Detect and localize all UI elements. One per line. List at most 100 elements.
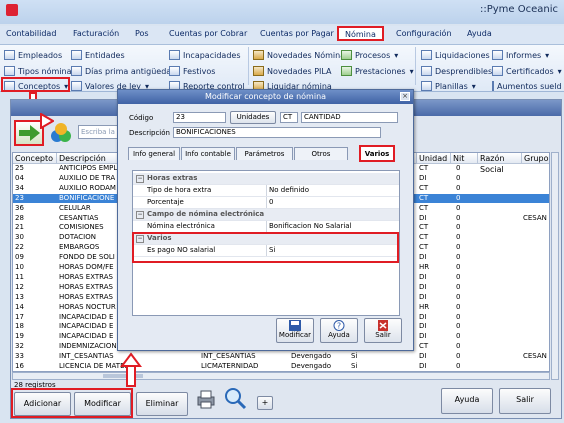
chevron-down-icon: ▾ bbox=[545, 50, 550, 60]
tab-otros[interactable]: Otros bbox=[294, 147, 348, 160]
tab-varios[interactable]: Varios bbox=[359, 145, 395, 162]
column-header-grupo[interactable]: Grupo bbox=[522, 153, 549, 164]
tab-configuracion[interactable]: Configuración bbox=[396, 29, 452, 38]
cell-unidad: DI bbox=[419, 282, 427, 291]
table-row[interactable]: 16LICENCIA DE MATERNIDAD Y/O PATLICMATER… bbox=[13, 362, 549, 371]
ayuda-main-button[interactable]: Ayuda bbox=[441, 388, 493, 414]
descripcion-field[interactable]: BONIFICACIONES bbox=[173, 127, 381, 138]
cell-nit: 0 bbox=[456, 352, 461, 361]
ribbon-certificados[interactable]: Certificados ▾ bbox=[492, 66, 562, 76]
tab-parametros[interactable]: Parámetros bbox=[236, 147, 293, 160]
cell-concepto: 17 bbox=[15, 312, 24, 321]
ribbon-planillas[interactable]: Planillas ▾ bbox=[421, 81, 476, 91]
dialog-ayuda-button[interactable]: ? Ayuda bbox=[320, 318, 358, 343]
vertical-scrollbar[interactable] bbox=[551, 152, 559, 380]
printer-icon bbox=[197, 390, 215, 409]
ribbon-novedades-pila[interactable]: Novedades PILA bbox=[253, 66, 332, 76]
cell-concepto: 12 bbox=[15, 282, 24, 291]
cell-unidad: DI bbox=[419, 213, 427, 222]
property-category[interactable]: − Horas extras bbox=[133, 173, 399, 185]
cell-razon-social: CESAN bbox=[523, 213, 547, 222]
cell-concepto: 22 bbox=[15, 243, 24, 252]
collapse-icon[interactable]: − bbox=[136, 211, 144, 219]
ribbon-procesos[interactable]: Procesos ▾ bbox=[341, 50, 398, 60]
ribbon-incapacidades[interactable]: Incapacidades bbox=[169, 50, 240, 60]
column-header-unidad[interactable]: Unidad bbox=[417, 153, 451, 164]
gears-icon bbox=[341, 50, 352, 60]
ribbon-novedades-nomina[interactable]: Novedades Nómina bbox=[253, 50, 345, 60]
ribbon-liquidaciones[interactable]: Liquidaciones bbox=[421, 50, 490, 60]
ribbon-festivos[interactable]: Festivos bbox=[169, 66, 215, 76]
cell-flag: Si bbox=[351, 352, 358, 361]
cell-concepto: 21 bbox=[15, 223, 24, 232]
cell-concepto: 10 bbox=[15, 263, 24, 271]
tab-cuentas-cobrar[interactable]: Cuentas por Cobrar bbox=[169, 29, 247, 38]
cell-razon-social: CESAN bbox=[523, 352, 547, 361]
tab-info-general[interactable]: Info general bbox=[128, 147, 180, 160]
save-disk-icon bbox=[289, 320, 301, 331]
property-value[interactable]: Bonificacion No Salarial bbox=[269, 221, 397, 232]
chevron-down-icon: ▾ bbox=[394, 50, 399, 60]
add-small-button[interactable]: + bbox=[257, 396, 273, 410]
title-bar: ::Pyme Oceanic bbox=[0, 0, 564, 24]
ribbon-empleados[interactable]: Empleados bbox=[4, 50, 62, 60]
tab-facturacion[interactable]: Facturación bbox=[73, 29, 119, 38]
cell-unidad: DI bbox=[419, 292, 427, 301]
property-category[interactable]: − Campo de nómina electrónica bbox=[133, 209, 399, 221]
property-category-label: Campo de nómina electrónica bbox=[147, 210, 265, 218]
ribbon-aumentos-sueldo[interactable]: Aumentos sueldo bbox=[492, 81, 562, 91]
codigo-label: Código bbox=[129, 114, 154, 122]
column-header-nit[interactable]: Nit bbox=[451, 153, 478, 164]
cell-concepto: 28 bbox=[15, 213, 24, 222]
cell-nit: 0 bbox=[456, 263, 461, 271]
tab-pos[interactable]: Pos bbox=[135, 29, 149, 38]
column-header-razon-social[interactable]: Razón Social bbox=[478, 153, 522, 174]
property-value[interactable]: No definido bbox=[269, 185, 397, 196]
dialog-salir-button[interactable]: Salir bbox=[364, 318, 402, 343]
cell-unidad: DI bbox=[419, 322, 427, 331]
cell-flag: Si bbox=[351, 362, 358, 370]
ribbon-desprendibles[interactable]: Desprendibles bbox=[421, 66, 492, 76]
cell-nombre: LICMATERNIDAD bbox=[201, 362, 259, 370]
property-row[interactable]: Tipo de hora extra No definido bbox=[133, 185, 399, 197]
tab-info-contable[interactable]: Info contable bbox=[181, 147, 235, 160]
ribbon-entidades[interactable]: Entidades bbox=[71, 50, 125, 60]
gears-icon bbox=[341, 66, 352, 76]
property-row[interactable]: Porcentaje 0 bbox=[133, 197, 399, 209]
cell-concepto: 25 bbox=[15, 164, 24, 172]
property-value[interactable]: 0 bbox=[269, 197, 397, 208]
search-input[interactable]: Escriba la bbox=[78, 125, 122, 139]
dialog-modificar-button[interactable]: Modificar bbox=[276, 318, 314, 343]
cell-concepto: 23 bbox=[15, 193, 24, 202]
codigo-field[interactable]: 23 bbox=[173, 112, 226, 123]
tab-ayuda[interactable]: Ayuda bbox=[467, 29, 492, 38]
ribbon-prestaciones[interactable]: Prestaciones ▾ bbox=[341, 66, 414, 76]
annotation-arrow-up-icon bbox=[120, 352, 142, 387]
help-icon: ? bbox=[333, 320, 345, 331]
cell-concepto: 13 bbox=[15, 292, 24, 301]
eliminar-button[interactable]: Eliminar bbox=[136, 392, 188, 416]
cell-nit: 0 bbox=[456, 342, 461, 351]
annotation-arrow-right-icon bbox=[40, 113, 54, 129]
tab-cuentas-pagar[interactable]: Cuentas por Pagar bbox=[260, 29, 334, 38]
close-icon[interactable]: × bbox=[400, 92, 410, 101]
ribbon-tipos-nomina[interactable]: Tipos nómina bbox=[4, 66, 72, 76]
cell-nit: 0 bbox=[456, 272, 461, 281]
ribbon-dias-prima[interactable]: Días prima antigüedad bbox=[71, 66, 176, 76]
unidades-button[interactable]: Unidades bbox=[230, 111, 276, 124]
report-icon bbox=[492, 66, 503, 76]
unidad-code-field[interactable]: CT bbox=[280, 112, 298, 123]
app-title: ::Pyme Oceanic bbox=[479, 4, 558, 15]
app-logo-icon bbox=[6, 4, 18, 16]
search-button[interactable] bbox=[223, 386, 247, 410]
tab-contabilidad[interactable]: Contabilidad bbox=[6, 29, 56, 38]
collapse-icon[interactable]: − bbox=[136, 175, 144, 183]
grid-icon bbox=[4, 50, 15, 60]
ribbon-informes[interactable]: Informes ▾ bbox=[492, 50, 549, 60]
salir-main-button[interactable]: Salir bbox=[499, 388, 551, 414]
print-button[interactable] bbox=[195, 388, 217, 410]
tab-nomina[interactable]: Nómina bbox=[337, 26, 384, 41]
table-row[interactable]: 33 INT_CESANTIAS INT_CESANTIAS Devengado Si D… bbox=[13, 352, 549, 361]
column-header-concepto[interactable]: Concepto bbox=[13, 153, 57, 164]
horizontal-scrollbar[interactable] bbox=[12, 372, 550, 380]
